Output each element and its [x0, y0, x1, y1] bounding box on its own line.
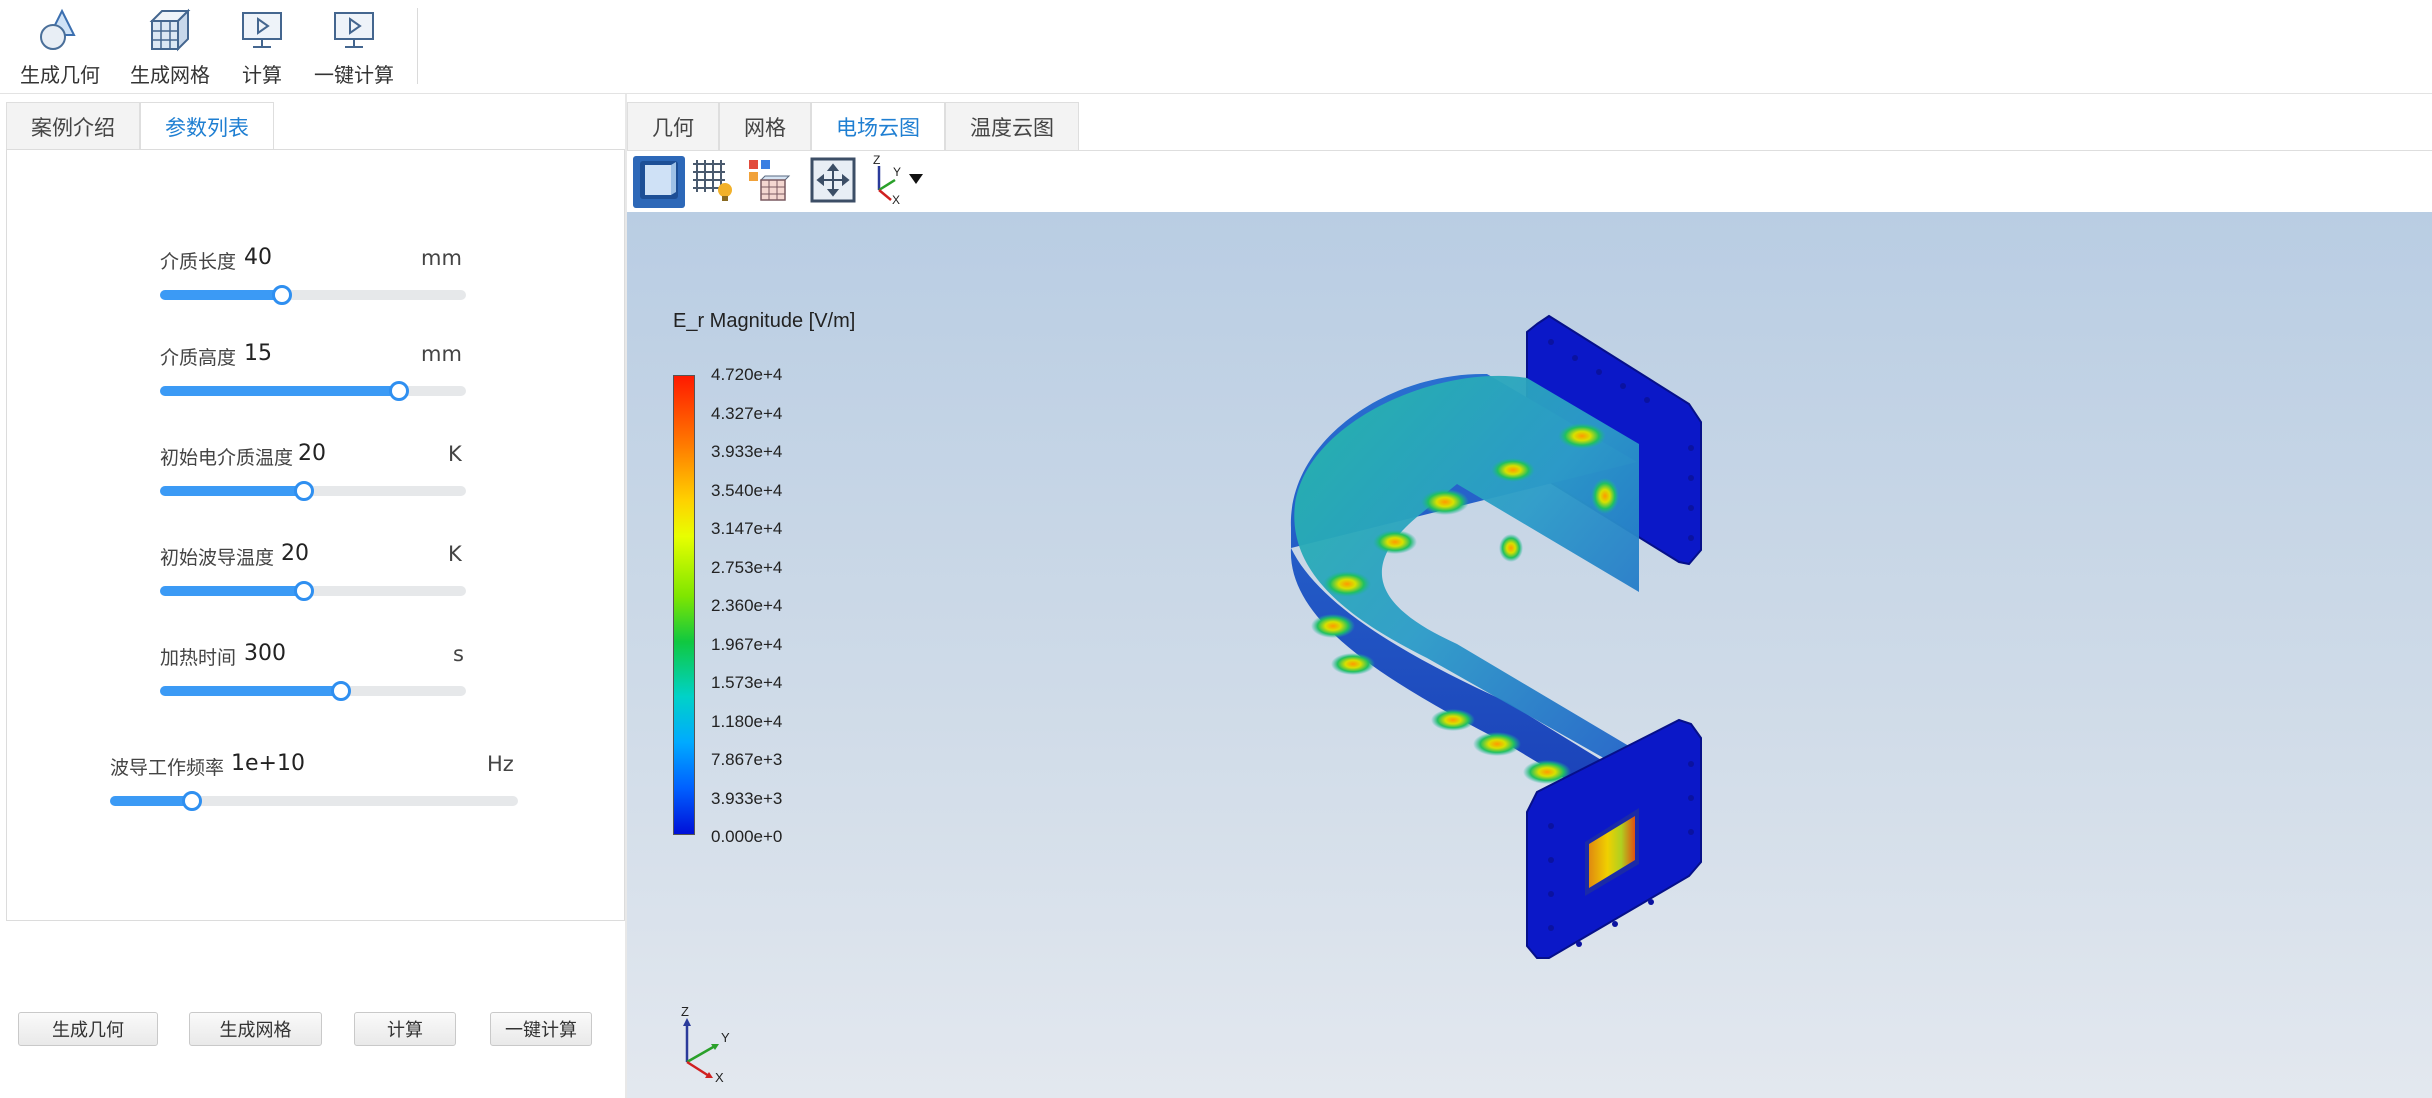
view-tab-bar: 几何 网格 电场云图 温度云图 [627, 102, 1079, 150]
param-value-dielectric-height[interactable]: 15 [244, 341, 272, 366]
ribbon-one-click-compute-button[interactable]: 一键计算 [308, 6, 400, 88]
fit-view-button[interactable] [807, 156, 859, 208]
one-click-compute-icon [329, 6, 379, 53]
orientation-triad: Z Y X [681, 1004, 730, 1082]
initial-dielectric-temp-slider[interactable] [160, 481, 466, 501]
param-unit: K [448, 442, 462, 466]
slider-fill [160, 290, 283, 300]
color-grid-icon [745, 156, 793, 208]
generate-mesh-button[interactable]: 生成网格 [189, 1012, 322, 1046]
solid-view-icon [636, 157, 682, 207]
slider-thumb[interactable] [181, 791, 202, 811]
compute-icon [237, 6, 287, 53]
dielectric-length-slider[interactable] [160, 285, 466, 305]
ribbon-generate-geometry-button[interactable]: 生成几何 [14, 6, 106, 88]
param-unit: mm [421, 246, 462, 270]
slider-fill [160, 686, 341, 696]
slider-thumb[interactable] [293, 581, 314, 601]
tab-case-intro[interactable]: 案例介绍 [6, 102, 140, 150]
tab-geometry[interactable]: 几何 [627, 102, 719, 150]
axis-orient-icon: Z Y X [863, 153, 927, 210]
mesh-light-icon [689, 156, 737, 208]
ribbon-label: 生成几何 [20, 63, 100, 87]
left-tab-bar: 案例介绍 参数列表 [6, 102, 274, 150]
fit-view-icon [809, 156, 857, 208]
param-label-dielectric-height: 介质高度 [160, 347, 237, 369]
tab-electric-field-contour[interactable]: 电场云图 [811, 102, 945, 150]
param-label-heating-time: 加热时间 [160, 647, 237, 669]
slider-thumb[interactable] [272, 285, 293, 305]
one-click-compute-button[interactable]: 一键计算 [490, 1012, 592, 1046]
svg-text:X: X [892, 193, 900, 206]
initial-waveguide-temp-slider[interactable] [160, 581, 466, 601]
heating-time-slider[interactable] [160, 681, 466, 701]
ribbon-label: 生成网格 [130, 63, 210, 87]
param-label-initial-waveguide-temp: 初始波导温度 [160, 547, 275, 569]
triad-y-label: Y [721, 1030, 730, 1045]
mesh-icon [145, 6, 195, 53]
param-unit: K [448, 542, 462, 566]
ribbon-compute-button[interactable]: 计算 [232, 6, 292, 88]
slider-fill [160, 486, 304, 496]
param-unit: Hz [487, 752, 514, 776]
param-value-initial-waveguide-temp[interactable]: 20 [281, 541, 309, 566]
triad-x-label: X [715, 1070, 724, 1082]
param-unit: mm [421, 342, 462, 366]
slider-thumb[interactable] [330, 681, 351, 701]
param-value-heating-time[interactable]: 300 [244, 641, 286, 666]
param-value-dielectric-length[interactable]: 40 [244, 245, 272, 270]
view-toolbar: Z Y X [627, 150, 2432, 212]
triad-z-label: Z [681, 1004, 689, 1019]
triad-y-axis [686, 1044, 716, 1064]
solid-view-button[interactable] [633, 156, 685, 208]
param-label-waveguide-frequency: 波导工作频率 [110, 757, 225, 779]
tab-parameter-list[interactable]: 参数列表 [140, 102, 274, 150]
ribbon-separator [417, 8, 418, 84]
parameter-panel: 介质长度 40 mm 介质高度 15 mm 初始电介质温度 20 K 初始波导温… [6, 149, 625, 921]
slider-fill [160, 586, 304, 596]
geometry-icon [35, 6, 85, 53]
color-grid-button[interactable] [743, 156, 795, 208]
tab-temperature-contour[interactable]: 温度云图 [945, 102, 1079, 150]
param-label-dielectric-length: 介质长度 [160, 251, 237, 273]
tab-mesh[interactable]: 网格 [719, 102, 811, 150]
ribbon-generate-mesh-button[interactable]: 生成网格 [124, 6, 216, 88]
dielectric-height-slider[interactable] [160, 381, 466, 401]
ribbon-label: 一键计算 [314, 63, 394, 87]
compute-button[interactable]: 计算 [354, 1012, 456, 1046]
triad-x-axis [686, 1060, 710, 1078]
waveguide-frequency-slider[interactable] [110, 791, 518, 811]
svg-text:Y: Y [893, 165, 901, 179]
slider-thumb[interactable] [293, 481, 314, 501]
generate-geometry-button[interactable]: 生成几何 [18, 1012, 158, 1046]
waveguide-model[interactable] [627, 212, 2432, 1098]
slider-fill [110, 796, 192, 806]
axis-orientation-dropdown[interactable]: Z Y X [863, 153, 927, 210]
param-label-initial-dielectric-temp: 初始电介质温度 [160, 447, 294, 469]
slider-thumb[interactable] [388, 381, 409, 401]
param-value-waveguide-frequency[interactable]: 1e+10 [231, 751, 305, 776]
slider-fill [160, 386, 399, 396]
param-unit: s [453, 642, 464, 666]
ribbon-label: 计算 [242, 63, 282, 87]
svg-text:Z: Z [873, 154, 880, 167]
param-value-initial-dielectric-temp[interactable]: 20 [298, 441, 326, 466]
3d-viewport[interactable]: E_r Magnitude [V/m] 4.720e+4 4.327e+4 3.93… [627, 212, 2432, 1098]
mesh-display-button[interactable] [687, 156, 739, 208]
ribbon-toolbar: 生成几何 生成网格 计算 一键计算 [0, 0, 2432, 94]
